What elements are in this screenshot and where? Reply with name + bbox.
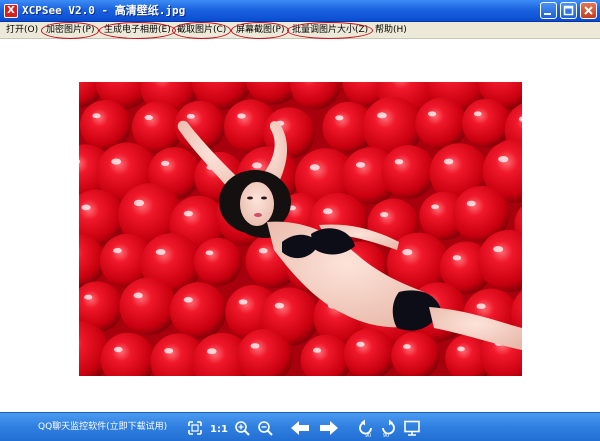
balloon-highlight [380, 212, 389, 218]
balloon-highlight [238, 299, 248, 305]
rotate-left-icon: 90 [359, 419, 372, 438]
menu-help[interactable]: 帮助(H) [375, 23, 407, 38]
balloon [193, 237, 242, 286]
balloon-highlight [443, 158, 454, 165]
minimize-button[interactable] [540, 2, 557, 19]
balloon-highlight [84, 294, 93, 300]
balloon-highlight [186, 113, 195, 119]
menu-bar: 打开(O) 加密图片(P) 生成电子相册(E) 截取图片(C) 屏幕截图(P) … [0, 22, 600, 39]
balloon-highlight [133, 199, 145, 207]
balloon-highlight [323, 208, 333, 215]
next-image-button[interactable] [318, 418, 340, 438]
balloon-highlight [183, 210, 193, 217]
balloon-highlight [274, 302, 285, 309]
bottom-toolbar: QQ聊天监控软件(立即下载试用) 1:1 90 90 [0, 412, 600, 441]
zoom-in-button[interactable] [232, 418, 252, 438]
menu-crop-image[interactable]: 截取图片(C) [171, 22, 232, 39]
menu-screenshot[interactable]: 屏幕截图(P) [230, 22, 290, 39]
window-title: XCPSee V2.0 - 高清壁纸.jpg [22, 4, 186, 17]
arrow-right-icon [320, 421, 338, 435]
minimize-icon [544, 13, 551, 15]
title-bar[interactable]: X XCPSee V2.0 - 高清壁纸.jpg [0, 0, 600, 22]
rotate-right-icon: 90 [382, 419, 395, 438]
actual-size-button[interactable]: 1:1 [209, 418, 229, 438]
previous-image-button[interactable] [289, 418, 311, 438]
balloon-highlight [81, 204, 91, 211]
balloon-highlight [493, 246, 504, 253]
balloon-highlight [111, 158, 122, 165]
qq-monitor-ad-link[interactable]: QQ聊天监控软件(立即下载试用) [38, 420, 167, 434]
arrow-left-icon [291, 421, 309, 435]
balloon-highlight [452, 255, 462, 261]
balloon-highlight [427, 111, 437, 117]
menu-create-album[interactable]: 生成电子相册(E) [99, 22, 176, 39]
balloon-highlight [356, 341, 365, 347]
balloon-highlight [309, 164, 320, 171]
maximize-button[interactable] [560, 2, 577, 19]
rotate-left-label: 90 [365, 433, 371, 438]
zoom-out-button[interactable] [255, 418, 275, 438]
menu-open[interactable]: 打开(O) [6, 23, 38, 38]
balloon [119, 277, 178, 336]
balloon [415, 97, 467, 150]
balloon-highlight [355, 162, 366, 168]
balloon [461, 98, 511, 148]
fit-window-button[interactable] [185, 418, 205, 438]
set-wallpaper-button[interactable] [402, 418, 422, 438]
balloon-highlight [183, 296, 193, 303]
actual-size-icon: 1:1 [210, 424, 228, 435]
balloon-highlight [466, 200, 476, 207]
balloon-highlight [258, 247, 268, 254]
balloon-highlight [160, 160, 170, 166]
menu-encrypt-image[interactable]: 加密图片(P) [40, 22, 100, 39]
maximize-icon [563, 5, 574, 16]
photo-illustration [79, 82, 522, 376]
balloon-highlight [92, 113, 101, 119]
balloon-highlight [498, 156, 509, 163]
rotate-right-label: 90 [383, 433, 389, 438]
image-viewport[interactable] [0, 40, 600, 412]
displayed-photo [79, 82, 522, 376]
balloon-highlight [394, 158, 404, 165]
balloon-highlight [431, 204, 440, 210]
balloon-highlight [237, 113, 246, 119]
balloon-highlight [250, 343, 260, 349]
balloon-highlight [205, 250, 214, 256]
close-button[interactable] [580, 2, 597, 19]
actual-size-label: 1:1 [210, 424, 228, 435]
balloon-highlight [403, 344, 411, 350]
balloon-highlight [457, 346, 465, 352]
balloon-highlight [377, 112, 387, 119]
close-icon [584, 6, 593, 15]
balloon-highlight [113, 247, 122, 254]
balloon-highlight [252, 162, 262, 169]
balloon-highlight [144, 114, 153, 121]
zoom-in-icon [235, 421, 250, 436]
menu-batch-resize[interactable]: 批量调图片大小(Z) [286, 22, 374, 39]
balloon [169, 282, 227, 339]
rotate-left-button[interactable]: 90 [356, 418, 376, 438]
balloon-highlight [113, 346, 123, 353]
fit-window-icon [188, 421, 202, 435]
zoom-out-icon [258, 421, 273, 436]
balloon-highlight [473, 111, 482, 117]
balloon-highlight [207, 348, 217, 355]
rotate-right-button[interactable]: 90 [378, 418, 398, 438]
balloon [381, 145, 436, 199]
balloon-highlight [164, 347, 174, 354]
balloon-highlight [476, 303, 486, 310]
balloon-highlight [335, 115, 344, 121]
balloon-highlight [312, 347, 322, 353]
balloon-highlight [133, 292, 143, 299]
monitor-icon [404, 420, 420, 436]
balloon-highlight [155, 248, 166, 256]
app-icon: X [4, 4, 18, 18]
balloon-highlight [402, 248, 413, 256]
